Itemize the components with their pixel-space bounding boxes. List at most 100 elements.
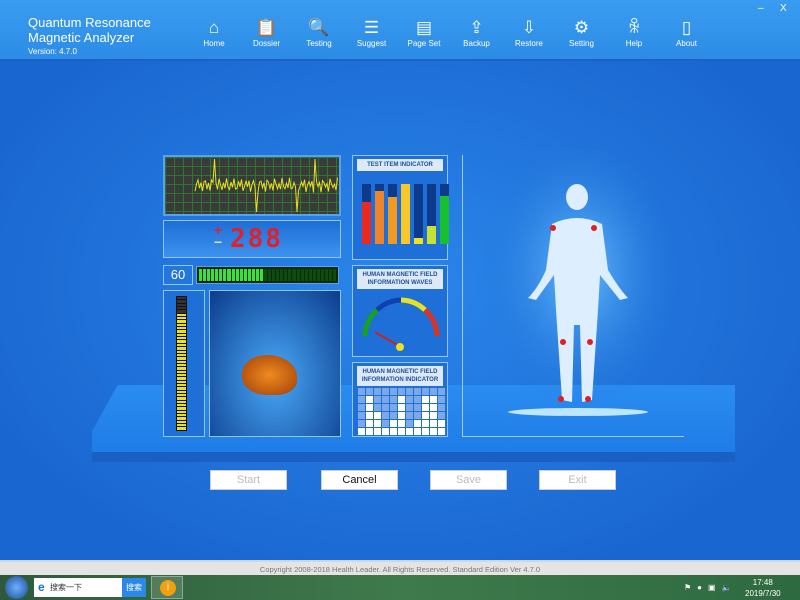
green-segment: [300, 269, 304, 281]
nav-home[interactable]: ⌂ Home: [188, 17, 240, 48]
grid-cell: [398, 428, 405, 435]
yellow-segment: [177, 414, 186, 417]
start-button[interactable]: Start: [210, 470, 287, 490]
grid-cell: [398, 396, 405, 403]
green-segment: [207, 269, 211, 281]
save-button[interactable]: Save: [430, 470, 507, 490]
indicator-bar-fill: [375, 191, 384, 244]
grid-cell: [438, 420, 445, 427]
start-button-windows[interactable]: [5, 576, 28, 599]
green-segment: [284, 269, 288, 281]
green-segment: [239, 269, 243, 281]
taskbar-app[interactable]: i: [151, 576, 183, 599]
grid-cell: [422, 404, 429, 411]
indicator-bar-fill: [427, 226, 436, 244]
volume-icon[interactable]: 🔈: [722, 583, 732, 592]
ie-icon: e: [38, 580, 45, 594]
green-segment: [219, 269, 223, 281]
minus-sign: −: [214, 234, 223, 250]
green-segment: [268, 269, 272, 281]
nav-label: About: [676, 39, 697, 48]
green-segment: [215, 269, 219, 281]
grid-cell: [406, 412, 413, 419]
grid-cell: [390, 420, 397, 427]
download-icon: ⇩: [521, 18, 537, 37]
yellow-segment: [177, 330, 186, 333]
yellow-segment: [177, 427, 186, 430]
indicator-bar: [401, 184, 410, 244]
yellow-segment: [177, 347, 186, 350]
green-segment: [312, 269, 316, 281]
nav-restore[interactable]: ⇩ Restore: [503, 17, 555, 48]
nav-label: Dossier: [252, 39, 281, 48]
grid-cell: [422, 388, 429, 395]
panel-title: HUMAN MAGNETIC FIELD INFORMATION INDICAT…: [357, 366, 443, 386]
grid-cell: [406, 396, 413, 403]
sign-indicator: + −: [214, 223, 223, 250]
indicator-bar: [414, 184, 423, 244]
window-icon: ▤: [415, 18, 433, 37]
grid-cell: [366, 420, 373, 427]
nav-testing[interactable]: 🔍 Testing: [293, 17, 345, 48]
human-body-figure: [480, 150, 680, 416]
test-item-indicator-panel: TEST ITEM INDICATOR: [352, 155, 449, 260]
nav-about[interactable]: ▯ About: [661, 17, 713, 48]
close-button[interactable]: X: [780, 3, 787, 14]
green-segment: [292, 269, 296, 281]
search-box[interactable]: e 搜索一下: [34, 578, 122, 597]
yellow-segment: [177, 307, 186, 310]
flag-icon[interactable]: ⚑: [684, 583, 691, 592]
gauge: [362, 297, 440, 351]
status-bar: Copyright 2008-2018 Health Leader. All R…: [0, 560, 800, 575]
nav-label: Testing: [306, 39, 332, 48]
clock[interactable]: 17:48 2019/7/30: [745, 577, 781, 599]
green-segment: [251, 269, 255, 281]
nav-label: Home: [203, 39, 225, 48]
green-segment: [324, 269, 328, 281]
grid-cell: [422, 396, 429, 403]
time: 17:48: [752, 578, 773, 587]
nav-help[interactable]: ꆜ Help: [608, 17, 660, 48]
grid-cell: [390, 396, 397, 403]
nav-backup[interactable]: ⇪ Backup: [451, 17, 503, 48]
main-nav: ⌂ Home 📋 Dossier 🔍 Testing ☰ Suggest ▤ Page Set ⇪ B…: [188, 17, 713, 48]
yellow-segment: [177, 313, 186, 317]
green-level-bar: [196, 266, 339, 284]
grid-cell: [406, 428, 413, 435]
gauge-needle: [374, 331, 400, 347]
digit-value: 288: [230, 224, 283, 254]
minimize-button[interactable]: –: [758, 3, 764, 14]
grid-cell: [438, 404, 445, 411]
update-icon[interactable]: ●: [697, 583, 702, 592]
nav-label: Backup: [463, 39, 490, 48]
grid-cell: [406, 420, 413, 427]
exit-button[interactable]: Exit: [539, 470, 616, 490]
search-button[interactable]: 搜索: [122, 578, 146, 597]
gear-icon: ⚙: [573, 18, 590, 37]
grid-cell: [366, 412, 373, 419]
green-segment: [276, 269, 280, 281]
yellow-segment: [177, 333, 186, 337]
grid-cell: [358, 420, 365, 427]
clipboard-icon: 📋: [255, 18, 278, 37]
grid-cell: [382, 404, 389, 411]
level-number: 60: [163, 265, 193, 285]
yellow-segment: [177, 417, 186, 420]
nav-page-set[interactable]: ▤ Page Set: [398, 17, 450, 48]
cancel-button[interactable]: Cancel: [321, 470, 398, 490]
nav-setting[interactable]: ⚙ Setting: [556, 17, 608, 48]
green-segment: [329, 269, 333, 281]
nav-dossier[interactable]: 📋 Dossier: [241, 17, 293, 48]
grid-cell: [358, 412, 365, 419]
yellow-segment: [177, 357, 186, 360]
book-icon: ▯: [681, 18, 692, 37]
yellow-segment: [177, 297, 186, 300]
indicator-bars: [362, 184, 449, 244]
yellow-segment: [177, 337, 186, 340]
nav-suggest[interactable]: ☰ Suggest: [346, 17, 398, 48]
grid-cell: [438, 412, 445, 419]
grid-cell: [390, 428, 397, 435]
network-icon[interactable]: ▣: [708, 583, 716, 592]
grid-cell: [414, 404, 421, 411]
green-segment: [235, 269, 239, 281]
